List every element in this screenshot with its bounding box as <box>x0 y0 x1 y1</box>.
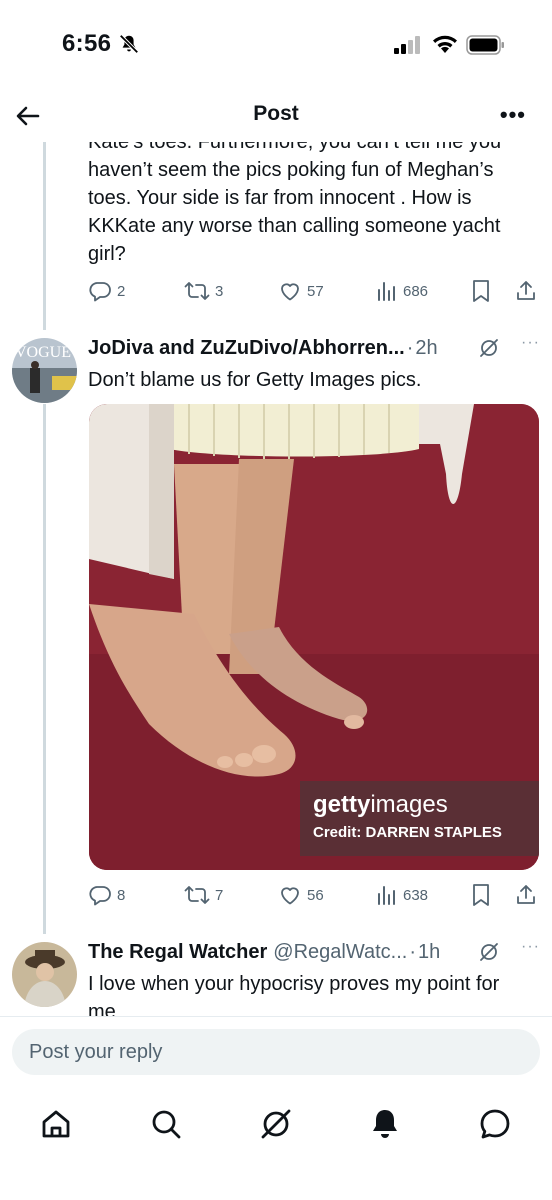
more-options-icon[interactable]: ••• <box>500 104 526 126</box>
photo-credit: Credit: DARREN STAPLES <box>313 824 502 841</box>
reply-input[interactable]: Post your reply <box>12 1029 540 1075</box>
heart-icon <box>281 283 299 301</box>
like-button[interactable]: 56 <box>278 880 324 910</box>
reply-composer-bar: Post your reply <box>0 1016 552 1088</box>
tweet-timestamp[interactable]: 2h <box>415 337 437 360</box>
repost-icon <box>184 886 210 904</box>
view-count: 686 <box>403 282 429 300</box>
avatar[interactable]: VOGUE <box>12 338 77 403</box>
author-name[interactable]: The Regal Watcher <box>88 941 267 964</box>
grok-icon[interactable] <box>478 941 500 963</box>
reply-icon <box>89 886 111 906</box>
reply-icon <box>89 282 111 302</box>
view-count: 638 <box>403 886 429 904</box>
reply-count: 2 <box>117 282 126 300</box>
views-button[interactable]: 686 <box>376 276 428 306</box>
messages-icon[interactable] <box>475 1104 515 1144</box>
notifications-bell-icon[interactable] <box>365 1104 405 1144</box>
views-chart-icon <box>378 886 395 905</box>
status-bar: 6:56 <box>0 0 552 90</box>
tweet-text: I love when your hypocrisy proves my poi… <box>88 973 500 1016</box>
thread-connector-line <box>43 404 46 934</box>
tweet-text: Kate’s toes. Furthermore, you can’t tell… <box>88 142 502 265</box>
views-button[interactable]: 638 <box>376 880 428 910</box>
tweet-actions: 8 7 56 638 <box>88 880 538 910</box>
repost-count: 3 <box>215 282 224 300</box>
bottom-tab-bar <box>0 1088 552 1200</box>
tweet-text: Don’t blame us for Getty Images pics. <box>88 369 422 391</box>
avatar[interactable] <box>12 942 77 1007</box>
like-count: 56 <box>307 886 324 904</box>
avatar-caption: VOGUE <box>15 344 71 361</box>
like-button[interactable]: 57 <box>278 276 324 306</box>
like-count: 57 <box>307 282 324 300</box>
share-icon <box>517 885 535 904</box>
getty-logo: gettyimages <box>313 791 448 818</box>
share-icon <box>517 281 535 300</box>
bookmark-icon <box>473 884 489 906</box>
status-time: 6:56 <box>62 30 112 57</box>
bookmark-button[interactable] <box>470 880 492 910</box>
tweet-actions: 2 3 57 686 <box>88 276 538 306</box>
bell-muted-icon <box>119 34 139 54</box>
tweet-image[interactable]: gettyimages Credit: DARREN STAPLES <box>89 404 539 870</box>
top-navigation-bar: Post ••• <box>0 90 552 142</box>
page-title: Post <box>253 102 299 125</box>
bookmark-button[interactable] <box>470 276 492 306</box>
tweet-header: The Regal Watcher @RegalWatc... · 1h ··· <box>88 938 540 964</box>
cellular-signal-icon <box>394 36 420 54</box>
repost-count: 7 <box>215 886 224 904</box>
search-icon[interactable] <box>146 1104 186 1144</box>
home-icon[interactable] <box>36 1104 76 1144</box>
share-button[interactable] <box>514 880 538 910</box>
tweet-more-icon[interactable]: ··· <box>521 334 540 352</box>
conversation-feed[interactable]: Kate’s toes. Furthermore, you can’t tell… <box>0 142 552 1016</box>
views-chart-icon <box>378 282 395 301</box>
author-name[interactable]: JoDiva and ZuZuDivo/Abhorren... <box>88 337 405 360</box>
tweet-header: JoDiva and ZuZuDivo/Abhorren... · 2h ··· <box>88 334 540 360</box>
repost-button[interactable]: 3 <box>184 276 223 306</box>
bookmark-icon <box>473 280 489 302</box>
grok-icon[interactable] <box>256 1104 296 1144</box>
author-handle[interactable]: @RegalWatc... <box>273 941 407 964</box>
reply-button[interactable]: 8 <box>88 880 125 910</box>
heart-icon <box>281 887 299 905</box>
grok-icon[interactable] <box>478 337 500 359</box>
getty-watermark: gettyimages Credit: DARREN STAPLES <box>300 781 539 856</box>
wifi-icon <box>433 35 457 53</box>
thread-connector-line <box>43 142 46 330</box>
repost-button[interactable]: 7 <box>184 880 223 910</box>
share-button[interactable] <box>514 276 538 306</box>
tweet-timestamp[interactable]: 1h <box>418 941 440 964</box>
tweet-more-icon[interactable]: ··· <box>521 938 540 956</box>
reply-button[interactable]: 2 <box>88 276 125 306</box>
repost-icon <box>184 282 210 300</box>
reply-count: 8 <box>117 886 126 904</box>
battery-icon <box>466 35 504 55</box>
